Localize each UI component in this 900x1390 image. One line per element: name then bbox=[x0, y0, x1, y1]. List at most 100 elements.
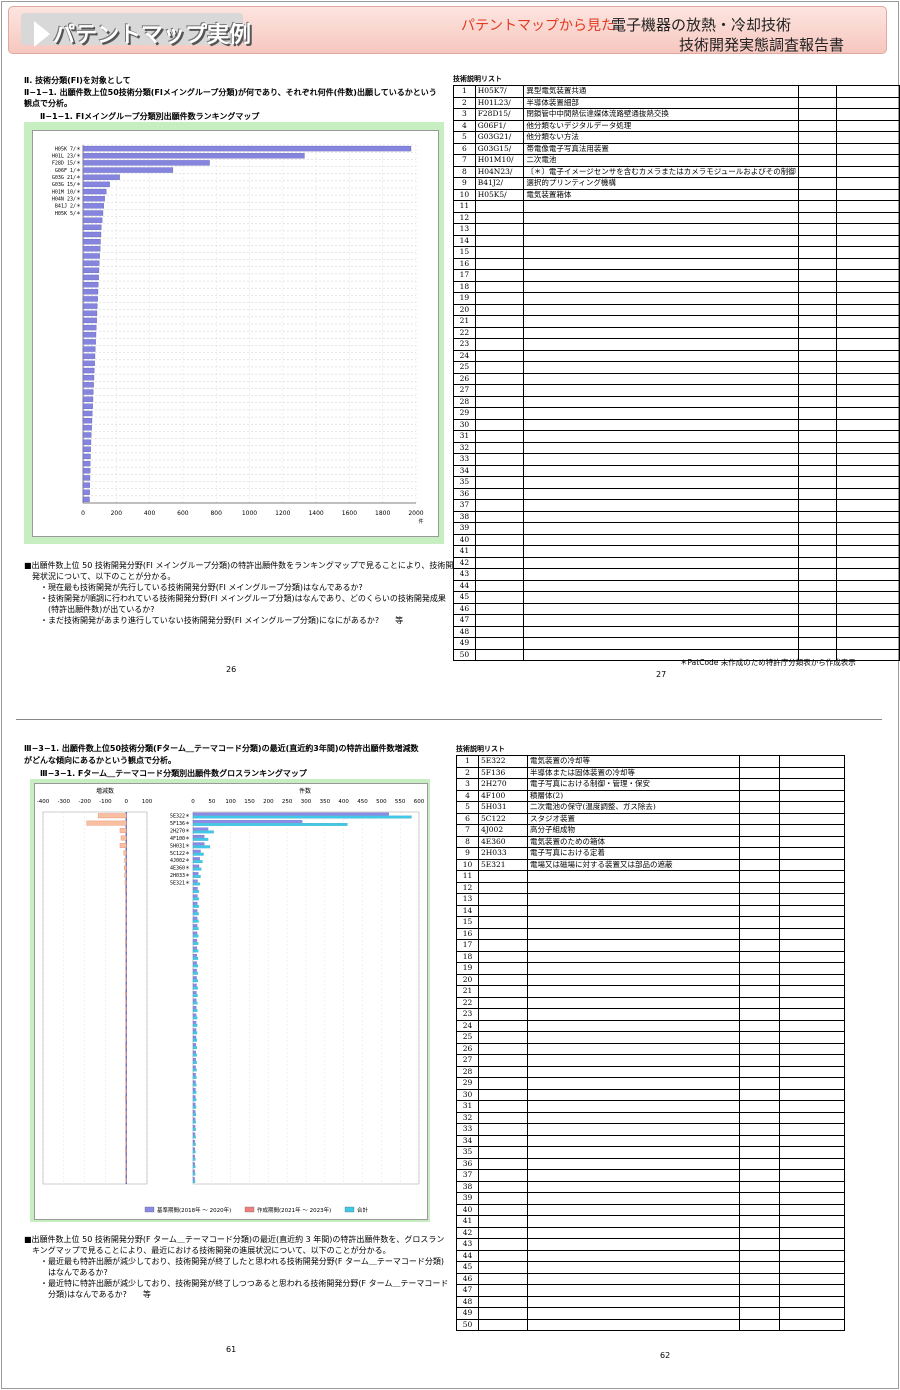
legend-swatch bbox=[244, 1206, 255, 1213]
table-cell-desc bbox=[523, 441, 799, 454]
table-cell-n: 16 bbox=[456, 927, 479, 940]
base-period-bar bbox=[192, 931, 198, 935]
table-cell-n: 32 bbox=[456, 1111, 479, 1124]
table-cell-desc bbox=[527, 1318, 740, 1331]
left-axis-title: 増減数 bbox=[96, 787, 114, 795]
table-cell-n: 37 bbox=[456, 1169, 479, 1182]
table-cell-blank bbox=[836, 625, 900, 638]
table-cell-desc bbox=[527, 950, 740, 963]
table-cell-code bbox=[474, 476, 525, 489]
category-label: B41J 2/＊ bbox=[55, 204, 81, 210]
table-cell-blank bbox=[779, 1261, 845, 1274]
table-cell-n: 2 bbox=[456, 766, 479, 779]
table-cell-blank bbox=[779, 916, 845, 929]
base-period-bar bbox=[192, 1058, 196, 1061]
table-cell-blank bbox=[739, 1169, 780, 1182]
table-cell-n: 36 bbox=[456, 1157, 479, 1170]
table-cell-code bbox=[474, 602, 525, 615]
table-cell-desc bbox=[523, 384, 799, 397]
base-period-bar bbox=[192, 976, 197, 980]
table-row: 10 H05K5/電気装置箱体 bbox=[453, 188, 900, 201]
category-label: F28D 15/＊ bbox=[52, 161, 81, 167]
table-cell-desc bbox=[523, 269, 799, 282]
table-cell-desc bbox=[523, 361, 799, 374]
table-cell-desc: 積層体(2) bbox=[527, 789, 740, 802]
table-cell-code: 4E360 bbox=[478, 835, 528, 848]
bar bbox=[82, 425, 92, 431]
table-cell-code: 5F136 bbox=[478, 766, 528, 779]
base-period-bar bbox=[192, 1080, 196, 1084]
base-period-bar bbox=[192, 1102, 196, 1106]
table-cell-blank bbox=[779, 950, 845, 963]
table-row: 31 bbox=[453, 430, 900, 443]
table-cell-blank bbox=[779, 973, 845, 986]
table-cell-desc bbox=[527, 1134, 740, 1147]
table-cell-blank bbox=[797, 361, 838, 374]
table-cell-desc: 他分類ない方法 bbox=[523, 131, 799, 144]
table-cell-blank bbox=[739, 1249, 780, 1262]
base-period-bar bbox=[192, 872, 199, 875]
diff-bar bbox=[123, 850, 127, 856]
body-line: ・最近最も特許出願が減少しており、技術開発が終了したと思われる技術開発分野(F … bbox=[40, 1257, 444, 1266]
table-cell-blank bbox=[779, 962, 845, 975]
table-cell-blank bbox=[836, 177, 900, 190]
table-cell-blank bbox=[739, 1019, 780, 1032]
header-badge: パテントマップ実例 bbox=[21, 13, 251, 48]
table-cell-blank bbox=[797, 303, 838, 316]
table-cell-blank bbox=[797, 476, 838, 489]
table-cell-blank bbox=[739, 1123, 780, 1136]
base-period-bar bbox=[192, 1073, 196, 1076]
table-cell-desc bbox=[523, 545, 799, 558]
table-cell-code bbox=[478, 1065, 528, 1078]
table-cell-n: 36 bbox=[453, 487, 476, 500]
table-cell-n: 45 bbox=[453, 591, 476, 604]
total-bar bbox=[192, 919, 199, 923]
bar bbox=[82, 145, 412, 152]
table-row: 36 bbox=[453, 487, 900, 500]
table-cell-desc bbox=[523, 326, 799, 339]
table-cell-code bbox=[474, 625, 525, 638]
bar bbox=[82, 317, 97, 324]
table-cell-blank bbox=[739, 1031, 780, 1044]
category-label: 5F136＊ bbox=[170, 821, 190, 827]
bar bbox=[82, 432, 92, 438]
bar bbox=[82, 360, 95, 367]
total-bar bbox=[192, 934, 199, 938]
table-cell-blank bbox=[797, 246, 838, 259]
table-cell-code bbox=[478, 1318, 528, 1331]
table-cell-n: 12 bbox=[453, 211, 476, 224]
table-cell-blank bbox=[836, 361, 900, 374]
bar bbox=[82, 453, 91, 460]
table-cell-code bbox=[478, 927, 528, 940]
table-cell-n: 48 bbox=[453, 625, 476, 638]
table-cell-blank bbox=[739, 1307, 780, 1320]
table-cell-blank bbox=[739, 755, 780, 768]
table-cell-desc bbox=[523, 280, 799, 293]
total-bar bbox=[192, 837, 209, 841]
table-cell-blank bbox=[797, 499, 838, 512]
table-cell-blank bbox=[836, 522, 900, 535]
bar bbox=[82, 167, 174, 173]
table-cell-blank bbox=[779, 755, 845, 768]
table-cell-code bbox=[474, 315, 525, 328]
total-bar bbox=[192, 1031, 198, 1035]
table-cell-code bbox=[478, 904, 528, 917]
table-cell-n: 28 bbox=[456, 1065, 479, 1078]
table-cell-n: 49 bbox=[453, 637, 476, 650]
table-cell-desc bbox=[523, 487, 799, 500]
table-cell-n: 22 bbox=[456, 996, 479, 1009]
table-cell-code bbox=[478, 916, 528, 929]
base-period-bar bbox=[192, 1169, 195, 1173]
category-label: 5C122＊ bbox=[170, 851, 190, 857]
table-cell-code bbox=[474, 349, 525, 362]
table-cell-code: 4F100 bbox=[478, 789, 528, 802]
table-cell-code: G03G21/ bbox=[474, 131, 525, 144]
table-cell-desc bbox=[527, 1215, 740, 1228]
table-cell-desc: 二次電池の保守(温度調整、ガス除去) bbox=[527, 801, 740, 814]
left-tick-label: -300 bbox=[58, 799, 71, 805]
table-cell-n: 47 bbox=[453, 614, 476, 627]
table-cell-blank bbox=[797, 96, 838, 109]
table-cell-desc bbox=[523, 246, 799, 259]
right-tick-label: 300 bbox=[301, 799, 312, 805]
table-cell-blank bbox=[779, 847, 845, 860]
